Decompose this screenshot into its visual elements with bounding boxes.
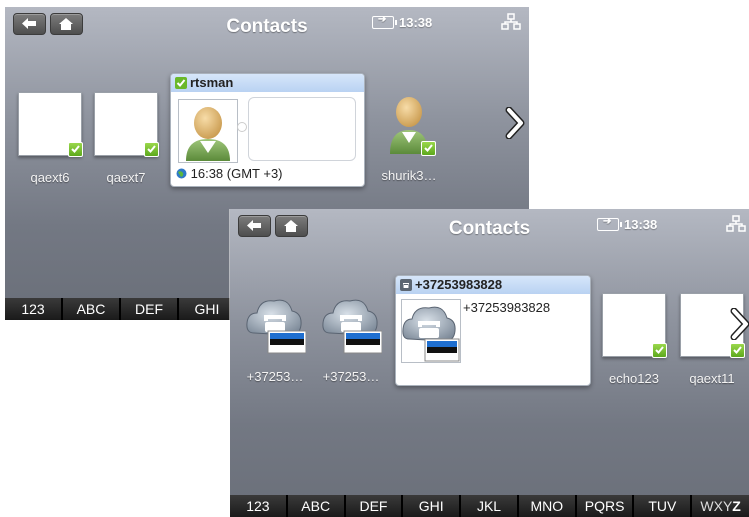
index-key-123[interactable]: 123 xyxy=(230,495,288,517)
selected-contact-card[interactable]: rtsman 16:38 (GMT +3) xyxy=(170,73,365,187)
top-bar: Contacts ➔ 13:38 xyxy=(230,209,749,249)
status-clock: ➔ 13:38 xyxy=(372,14,432,30)
page-title: Contacts xyxy=(448,218,531,239)
top-bar: Contacts ➔ 13:38 xyxy=(5,7,529,47)
card-header: rtsman xyxy=(171,74,364,92)
page-title: Contacts xyxy=(226,16,308,37)
contact-name: +37253… xyxy=(246,369,304,384)
alphabet-index-bar: 123 ABC DEF GHI xyxy=(5,298,245,320)
index-key-ghi[interactable]: GHI xyxy=(403,495,462,517)
online-status-icon xyxy=(730,343,745,358)
contacts-screen-front: Contacts ➔ 13:38 +37253… +37253… +372539… xyxy=(230,209,749,517)
index-key-def[interactable]: DEF xyxy=(345,495,404,517)
online-status-icon xyxy=(175,77,187,89)
index-key-ghi[interactable]: GHI xyxy=(179,298,237,320)
contact-name: echo123 xyxy=(609,371,659,386)
contact-tile[interactable]: +37253… xyxy=(238,293,312,384)
contact-number-header: +37253983828 xyxy=(415,277,503,292)
online-status-icon xyxy=(68,142,83,157)
phone-contact-icon xyxy=(401,299,461,363)
phone-contact-icon xyxy=(246,299,307,354)
selected-contact-card[interactable]: +37253983828 +37253983828 xyxy=(395,275,591,386)
network-icon[interactable] xyxy=(501,13,521,31)
alphabet-index-bar: 123 ABC DEF GHI JKL MNO PQRS TUV WXYZ xyxy=(230,495,749,517)
contact-name: shurik3… xyxy=(381,168,437,183)
network-icon[interactable] xyxy=(726,215,746,233)
speech-bubble-tail xyxy=(237,122,247,132)
phone-contact-icon xyxy=(322,299,383,354)
contact-name: +37253… xyxy=(322,369,380,384)
contact-avatar xyxy=(18,92,83,157)
contact-avatar xyxy=(378,92,440,156)
mood-message-bubble xyxy=(248,97,356,161)
phone-icon xyxy=(400,279,412,291)
index-key-jkl[interactable]: JKL xyxy=(461,495,519,517)
index-key-abc[interactable]: ABC xyxy=(287,495,346,517)
index-key-def[interactable]: DEF xyxy=(121,298,179,320)
online-status-icon xyxy=(652,343,667,358)
index-key-123[interactable]: 123 xyxy=(5,298,63,320)
battery-icon: ➔ xyxy=(597,216,622,232)
contact-name: qaext6 xyxy=(30,170,70,185)
local-time: 16:38 (GMT +3) xyxy=(176,166,283,181)
globe-icon xyxy=(176,168,187,179)
online-status-icon xyxy=(421,141,436,156)
contact-number: +37253983828 xyxy=(463,300,551,315)
user-avatar-icon xyxy=(178,99,238,163)
contact-tile[interactable]: +37253… xyxy=(314,293,388,384)
index-key-pqrs[interactable]: PQRS xyxy=(576,495,635,517)
next-page-arrow-icon[interactable] xyxy=(504,107,526,139)
contact-avatar xyxy=(602,293,667,358)
index-key-tuv[interactable]: TUV xyxy=(634,495,693,517)
status-clock: ➔ 13:38 xyxy=(597,216,657,232)
contact-tile[interactable]: echo123 xyxy=(597,293,671,386)
contact-avatar xyxy=(94,92,159,157)
contact-tile[interactable]: shurik3… xyxy=(372,92,446,183)
online-status-icon xyxy=(144,142,159,157)
contact-tile[interactable]: qaext7 xyxy=(89,92,163,185)
contact-name: qaext7 xyxy=(106,170,146,185)
index-key-abc[interactable]: ABC xyxy=(63,298,121,320)
contact-name: rtsman xyxy=(190,75,234,90)
next-page-arrow-icon[interactable] xyxy=(729,308,749,340)
card-header: +37253983828 xyxy=(396,276,590,294)
index-key-wxyz[interactable]: WXYZ xyxy=(692,495,749,517)
contact-tile[interactable]: qaext6 xyxy=(13,92,87,185)
contact-name: qaext11 xyxy=(689,371,735,386)
index-key-mno[interactable]: MNO xyxy=(518,495,577,517)
contact-avatar xyxy=(244,293,307,355)
contact-avatar xyxy=(320,293,383,355)
battery-icon: ➔ xyxy=(372,14,397,30)
